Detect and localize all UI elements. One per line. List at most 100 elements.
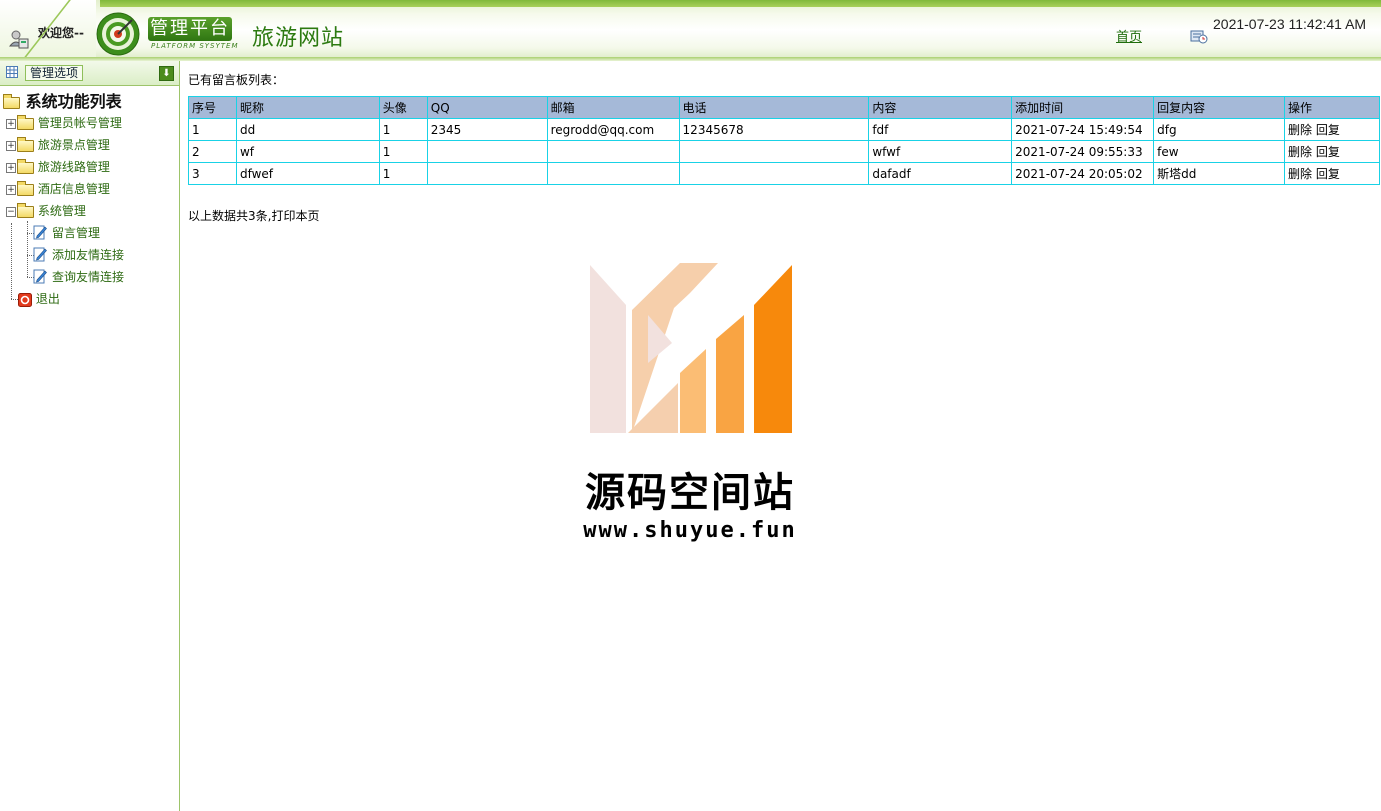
column-header: 回复内容 <box>1153 96 1285 119</box>
cell-reply: few <box>1153 140 1285 163</box>
delete-link[interactable]: 删除 <box>1288 145 1312 159</box>
cell-content: dafadf <box>868 162 1013 185</box>
cell-nick: wf <box>235 140 380 163</box>
watermark-logo <box>590 263 792 433</box>
sidebar-item-system[interactable]: − 系统管理 <box>6 202 86 220</box>
reply-link[interactable]: 回复 <box>1316 123 1340 137</box>
tree-connector <box>27 221 28 277</box>
tree-root-label: 系统功能列表 <box>25 92 122 111</box>
cell-qq <box>426 162 548 185</box>
cell-reply: 斯塔dd <box>1153 162 1285 185</box>
sidebar-sub-item-add-link[interactable]: 添加友情连接 <box>33 246 125 264</box>
sidebar-sub-item-query-links[interactable]: 查询友情连接 <box>33 268 125 286</box>
tree-root[interactable]: 系统功能列表 <box>3 92 122 112</box>
home-link[interactable]: 首页 <box>1116 26 1142 45</box>
delete-link[interactable]: 删除 <box>1288 167 1312 181</box>
cell-phone <box>678 140 870 163</box>
logout-label: 退出 <box>35 292 60 306</box>
table-row: 2 wf 1 wfwf 2021-07-24 09:55:33 few 删除 回… <box>188 140 1380 163</box>
table-row: 3 dfwef 1 dafadf 2021-07-24 20:05:02 斯塔d… <box>188 162 1380 185</box>
cell-time: 2021-07-24 09:55:33 <box>1011 140 1155 163</box>
tree-connector <box>11 223 12 299</box>
record-summary[interactable]: 以上数据共3条,打印本页 <box>188 207 319 224</box>
column-header: QQ <box>426 96 548 119</box>
cell-qq <box>426 140 548 163</box>
column-header: 电话 <box>678 96 870 119</box>
column-header: 头像 <box>378 96 428 119</box>
folder-open-icon <box>17 202 34 218</box>
header-bar: 欢迎您-- 管理平台 PLATFORM SYSYTEM 旅游网站 首页 2021… <box>0 0 1381 62</box>
column-header: 操作 <box>1284 96 1380 119</box>
page-title: 已有留言板列表： <box>188 73 285 87</box>
watermark-url: www.shuyue.fun <box>583 518 797 543</box>
sidebar-item-scenic-spots[interactable]: + 旅游景点管理 <box>6 136 110 154</box>
sidebar-item-label: 系统管理 <box>37 204 86 218</box>
platform-subtitle: PLATFORM SYSYTEM <box>151 42 239 50</box>
table-row: 1 dd 1 2345 regrodd@qq.com 12345678 fdf … <box>188 118 1380 141</box>
cell-reply: dfg <box>1153 118 1285 141</box>
sidebar-item-admin-accounts[interactable]: + 管理员帐号管理 <box>6 114 122 132</box>
expand-plus-icon[interactable]: + <box>6 162 16 173</box>
cell-time: 2021-07-24 15:49:54 <box>1011 118 1155 141</box>
cell-content: fdf <box>868 118 1013 141</box>
collapse-arrow-icon[interactable]: ⬇ <box>159 66 174 81</box>
delete-link[interactable]: 删除 <box>1288 123 1312 137</box>
sidebar-item-travel-routes[interactable]: + 旅游线路管理 <box>6 158 110 176</box>
platform-badge: 管理平台 <box>148 17 232 41</box>
folder-icon <box>17 136 34 152</box>
cell-nick: dd <box>235 118 380 141</box>
column-header: 序号 <box>188 96 237 119</box>
sidebar-title: 管理选项 <box>25 65 84 81</box>
sidebar: 管理选项 ⬇ 系统功能列表 + 管理员帐号管理 + 旅游景点管理 + 旅游线路管… <box>0 61 180 811</box>
table-header-row: 序号 昵称 头像 QQ 邮箱 电话 内容 添加时间 回复内容 操作 <box>188 96 1380 119</box>
cell-avatar: 1 <box>378 162 428 185</box>
cell-avatar: 1 <box>378 140 428 163</box>
sidebar-sub-item-label: 查询友情连接 <box>52 270 125 284</box>
cell-time: 2021-07-24 20:05:02 <box>1011 162 1155 185</box>
reply-link[interactable]: 回复 <box>1316 167 1340 181</box>
cell-id: 3 <box>188 162 237 185</box>
folder-icon <box>17 180 34 196</box>
document-edit-icon <box>33 225 47 240</box>
document-edit-icon <box>33 247 47 262</box>
collapse-minus-icon[interactable]: − <box>6 206 16 217</box>
folder-open-icon <box>3 93 20 109</box>
site-title: 旅游网站 <box>252 26 345 51</box>
cell-actions: 删除 回复 <box>1284 140 1380 163</box>
cell-qq: 2345 <box>426 118 548 141</box>
cell-phone <box>678 162 870 185</box>
exit-icon <box>18 292 32 307</box>
sidebar-item-label: 管理员帐号管理 <box>37 116 122 130</box>
sidebar-header: 管理选项 ⬇ <box>0 61 179 86</box>
sidebar-sub-item-label: 添加友情连接 <box>52 248 125 262</box>
sidebar-item-hotels[interactable]: + 酒店信息管理 <box>6 180 110 198</box>
sidebar-item-logout[interactable]: 退出 <box>18 290 60 308</box>
clock-icon <box>1190 30 1208 44</box>
cell-content: wfwf <box>868 140 1013 163</box>
column-header: 内容 <box>868 96 1013 119</box>
sidebar-sub-item-label: 留言管理 <box>52 226 101 240</box>
cell-email <box>546 140 680 163</box>
sidebar-sub-item-messages[interactable]: 留言管理 <box>33 224 101 242</box>
expand-plus-icon[interactable]: + <box>6 140 16 151</box>
cell-nick: dfwef <box>235 162 380 185</box>
user-icon <box>8 30 29 49</box>
watermark-title: 源码空间站 <box>585 470 795 516</box>
grid-icon <box>6 66 18 78</box>
tree-connector <box>11 299 18 300</box>
folder-icon <box>17 158 34 174</box>
cell-id: 2 <box>188 140 237 163</box>
sidebar-item-label: 旅游线路管理 <box>37 160 110 174</box>
cell-actions: 删除 回复 <box>1284 162 1380 185</box>
reply-link[interactable]: 回复 <box>1316 145 1340 159</box>
logo-target-icon <box>96 12 140 56</box>
expand-plus-icon[interactable]: + <box>6 118 16 129</box>
column-header: 添加时间 <box>1011 96 1155 119</box>
folder-icon <box>17 114 34 130</box>
expand-plus-icon[interactable]: + <box>6 184 16 195</box>
column-header: 邮箱 <box>546 96 680 119</box>
message-table: 序号 昵称 头像 QQ 邮箱 电话 内容 添加时间 回复内容 操作 1 dd 1… <box>188 96 1380 185</box>
sidebar-item-label: 旅游景点管理 <box>37 138 110 152</box>
main-content: 已有留言板列表： 序号 昵称 头像 QQ 邮箱 电话 内容 添加时间 回复内容 … <box>188 61 1381 811</box>
cell-phone: 12345678 <box>678 118 870 141</box>
